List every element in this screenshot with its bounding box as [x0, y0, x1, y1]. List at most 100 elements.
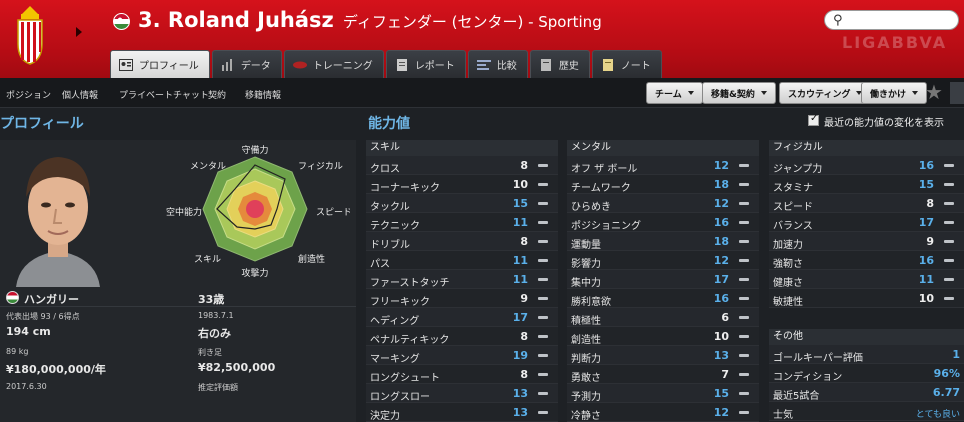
other-value[interactable]: とても良い: [916, 407, 960, 420]
attribute-row[interactable]: バランス 17: [769, 213, 964, 232]
tab-training[interactable]: トレーニング: [283, 50, 384, 78]
attribute-row[interactable]: ヘディング 17: [366, 308, 558, 327]
attribute-row[interactable]: フリーキック 9: [366, 289, 558, 308]
no-change-icon: [739, 259, 749, 262]
attribute-row[interactable]: ジャンプ力 16: [769, 156, 964, 175]
weight: 89 kg: [6, 347, 29, 356]
tab-data[interactable]: データ: [211, 50, 282, 78]
attribute-row[interactable]: 判断力 13: [567, 346, 759, 365]
attribute-row[interactable]: 健康さ 11: [769, 270, 964, 289]
attribute-label: クロス: [370, 164, 400, 175]
attribute-row[interactable]: 創造性 10: [567, 327, 759, 346]
other-label: ゴールキーパー評価: [773, 353, 863, 364]
attribute-row[interactable]: スピード 8: [769, 194, 964, 213]
radar-label-mental: メンタル: [190, 161, 226, 172]
subnav-private-chat[interactable]: プライベートチャット: [119, 88, 209, 101]
no-change-icon: [739, 316, 749, 319]
subnav-contract[interactable]: 契約: [208, 88, 226, 101]
attribute-value: 12: [713, 406, 729, 419]
tab-bar: プロフィール データ トレーニング レポート 比較 歴史 ノート: [110, 50, 664, 78]
attribute-label: 決定力: [370, 411, 400, 422]
other-attributes: その他 ゴールキーパー評価 1 コンディション 96% 最近5試合 6.77 士気 とても良い: [769, 329, 964, 421]
attribute-row[interactable]: タックル 15: [366, 194, 558, 213]
tab-history[interactable]: 歴史: [529, 50, 590, 78]
attribute-value: 12: [713, 159, 729, 172]
attribute-value: 17: [512, 311, 528, 324]
attribute-label: 勇敢さ: [571, 373, 601, 384]
team-dropdown[interactable]: チーム: [646, 82, 703, 104]
attribute-row[interactable]: 影響力 12: [567, 251, 759, 270]
attribute-row[interactable]: コーナーキック 10: [366, 175, 558, 194]
subnav-position[interactable]: ポジション: [6, 88, 51, 101]
no-change-icon: [538, 335, 548, 338]
attribute-label: タックル: [370, 202, 410, 213]
attribute-row[interactable]: ドリブル 8: [366, 232, 558, 251]
attribute-row[interactable]: クロス 8: [366, 156, 558, 175]
attribute-row[interactable]: ひらめき 12: [567, 194, 759, 213]
attribute-row[interactable]: ロングシュート 8: [366, 365, 558, 384]
attribute-row[interactable]: ペナルティキック 8: [366, 327, 558, 346]
profile-icon: [119, 58, 133, 71]
star-icon[interactable]: ★: [925, 80, 943, 104]
attribute-row[interactable]: ファーストタッチ 11: [366, 270, 558, 289]
attribute-row[interactable]: チームワーク 18: [567, 175, 759, 194]
attribute-row[interactable]: 予測力 15: [567, 384, 759, 403]
scouting-dropdown[interactable]: スカウティング: [779, 82, 872, 104]
chevron-down-icon: [912, 91, 919, 95]
attribute-row[interactable]: 集中力 17: [567, 270, 759, 289]
skill-attributes: スキル クロス 8 コーナーキック 10 タックル 15 テクニック 11 ドリブル 8 パス 11 フ…: [366, 140, 558, 422]
tab-notes[interactable]: ノート: [591, 50, 662, 78]
club-crest-icon[interactable]: [10, 4, 50, 66]
attribute-row[interactable]: 冷静さ 12: [567, 403, 759, 422]
no-change-icon: [739, 354, 749, 357]
attribute-row[interactable]: スタミナ 15: [769, 175, 964, 194]
attribute-row[interactable]: ロングスロー 13: [366, 384, 558, 403]
attribute-label: ポジショニング: [571, 221, 641, 232]
tab-compare[interactable]: 比較: [467, 50, 528, 78]
subnav-transfer-info[interactable]: 移籍情報: [245, 88, 281, 101]
attribute-row[interactable]: 決定力 13: [366, 403, 558, 422]
search-input[interactable]: ⚲: [824, 10, 959, 30]
crest-arrow-icon[interactable]: [76, 27, 82, 37]
attribute-value: 8: [520, 368, 528, 381]
attribute-value: 15: [713, 387, 729, 400]
attribute-label: ジャンプ力: [773, 164, 823, 175]
attribute-label: パス: [370, 259, 390, 270]
player-role-club: ディフェンダー (センター) - Sporting: [342, 13, 602, 31]
attribute-row[interactable]: 加速力 9: [769, 232, 964, 251]
report-icon: [396, 58, 407, 71]
attribute-row[interactable]: オフ ザ ボール 12: [567, 156, 759, 175]
attribute-row[interactable]: 勇敢さ 7: [567, 365, 759, 384]
no-change-icon: [538, 354, 548, 357]
tab-report[interactable]: レポート: [385, 50, 466, 78]
attribute-row[interactable]: テクニック 11: [366, 213, 558, 232]
attribute-label: 影響力: [571, 259, 601, 270]
other-value: 6.77: [932, 386, 960, 399]
transfer-contract-dropdown[interactable]: 移籍&契約: [702, 82, 776, 104]
no-change-icon: [944, 259, 954, 262]
attribute-row[interactable]: ポジショニング 16: [567, 213, 759, 232]
attribute-row[interactable]: 運動量 18: [567, 232, 759, 251]
attribute-row[interactable]: マーキング 19: [366, 346, 558, 365]
tab-profile[interactable]: プロフィール: [110, 50, 210, 78]
no-change-icon: [538, 316, 548, 319]
other-label: 最近5試合: [773, 391, 820, 402]
subnav-personal-info[interactable]: 個人情報: [62, 88, 98, 101]
attribute-value: 17: [713, 273, 729, 286]
header-bar: 3. Roland Juhász ディフェンダー (センター) - Sporti…: [0, 0, 964, 78]
search-icon: ⚲: [833, 13, 843, 28]
nationality[interactable]: ハンガリー: [24, 291, 79, 307]
attribute-label: ファーストタッチ: [370, 278, 450, 289]
show-changes-checkbox[interactable]: [808, 113, 819, 126]
tab-label: トレーニング: [312, 61, 373, 72]
no-change-icon: [739, 202, 749, 205]
attribute-row[interactable]: 積極性 6: [567, 308, 759, 327]
attribute-value: 13: [512, 406, 528, 419]
scroll-button[interactable]: [950, 82, 964, 104]
attribute-row[interactable]: パス 11: [366, 251, 558, 270]
attribute-row[interactable]: 敏捷性 10: [769, 289, 964, 308]
approach-dropdown[interactable]: 働きかけ: [861, 82, 928, 104]
attribute-row[interactable]: 強靭さ 16: [769, 251, 964, 270]
attribute-row[interactable]: 勝利意欲 16: [567, 289, 759, 308]
dropdown-label: チーム: [655, 89, 682, 100]
